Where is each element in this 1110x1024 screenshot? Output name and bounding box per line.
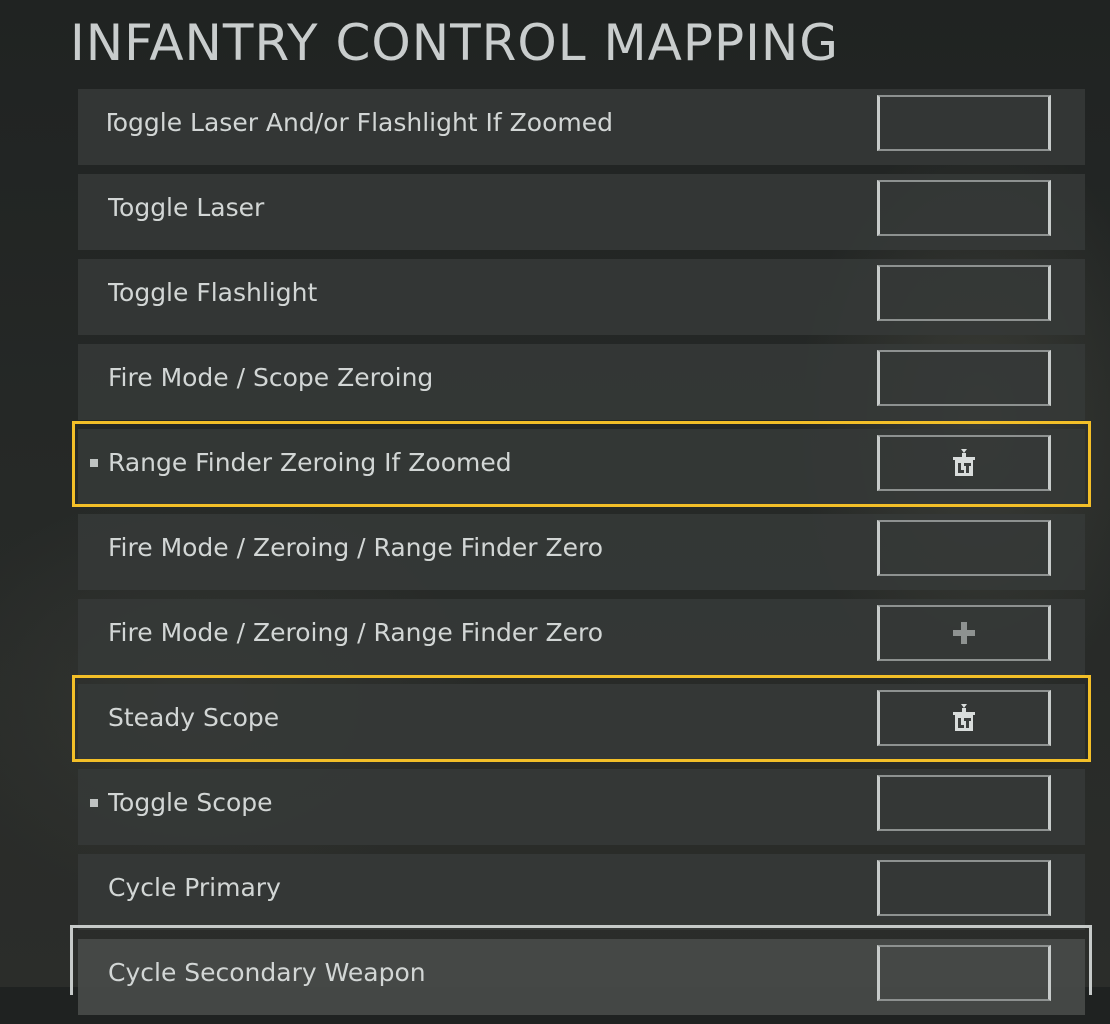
binding-slot[interactable] — [877, 95, 1051, 151]
mapping-row-fire-mode-scope-zeroing[interactable]: Fire Mode / Scope Zeroing — [78, 344, 1085, 420]
mapping-label: Fire Mode / Zeroing / Range Finder Zero — [108, 533, 604, 562]
highlight-box-range-finder — [72, 421, 1091, 507]
mapping-label: Fire Mode / Scope Zeroing — [108, 363, 434, 392]
mapping-label: Toggle Laser And/or Flashlight If Zoomed — [108, 108, 613, 137]
mapping-label: Toggle Flashlight — [108, 278, 318, 307]
mapping-row-toggle-flashlight[interactable]: Toggle Flashlight — [78, 259, 1085, 335]
mapping-row-cycle-secondary-weapon[interactable]: Cycle Secondary Weapon — [78, 939, 1085, 1015]
binding-slot[interactable] — [877, 945, 1051, 1001]
modified-marker-icon — [90, 799, 98, 807]
binding-slot[interactable] — [877, 265, 1051, 321]
mapping-row-fire-mode-zeroing-range-finder-1[interactable]: Fire Mode / Zeroing / Range Finder Zero — [78, 514, 1085, 590]
binding-slot[interactable] — [877, 775, 1051, 831]
binding-slot[interactable] — [877, 520, 1051, 576]
mapping-row-fire-mode-zeroing-range-finder-2[interactable]: Fire Mode / Zeroing / Range Finder Zero — [78, 599, 1085, 675]
binding-slot[interactable] — [877, 180, 1051, 236]
page-title: INFANTRY CONTROL MAPPING — [70, 14, 840, 72]
control-mapping-list: Toggle Laser And/or Flashlight If Zoomed… — [78, 89, 1085, 1024]
highlight-box-steady-scope — [72, 675, 1091, 762]
mapping-label: Cycle Primary — [108, 873, 281, 902]
mapping-label: Toggle Scope — [108, 788, 273, 817]
dpad-icon — [953, 622, 975, 644]
mapping-row-toggle-scope[interactable]: Toggle Scope — [78, 769, 1085, 845]
mapping-row-cycle-primary[interactable]: Cycle Primary — [78, 854, 1085, 930]
mapping-label: Cycle Secondary Weapon — [108, 958, 426, 987]
mapping-row-toggle-laser-flashlight-zoomed[interactable]: Toggle Laser And/or Flashlight If Zoomed — [78, 89, 1085, 165]
mapping-label: Toggle Laser — [108, 193, 265, 222]
mapping-label: Fire Mode / Zeroing / Range Finder Zero — [108, 618, 604, 647]
binding-slot[interactable] — [877, 605, 1051, 661]
mapping-row-toggle-laser[interactable]: Toggle Laser — [78, 174, 1085, 250]
binding-slot[interactable] — [877, 860, 1051, 916]
binding-slot[interactable] — [877, 350, 1051, 406]
